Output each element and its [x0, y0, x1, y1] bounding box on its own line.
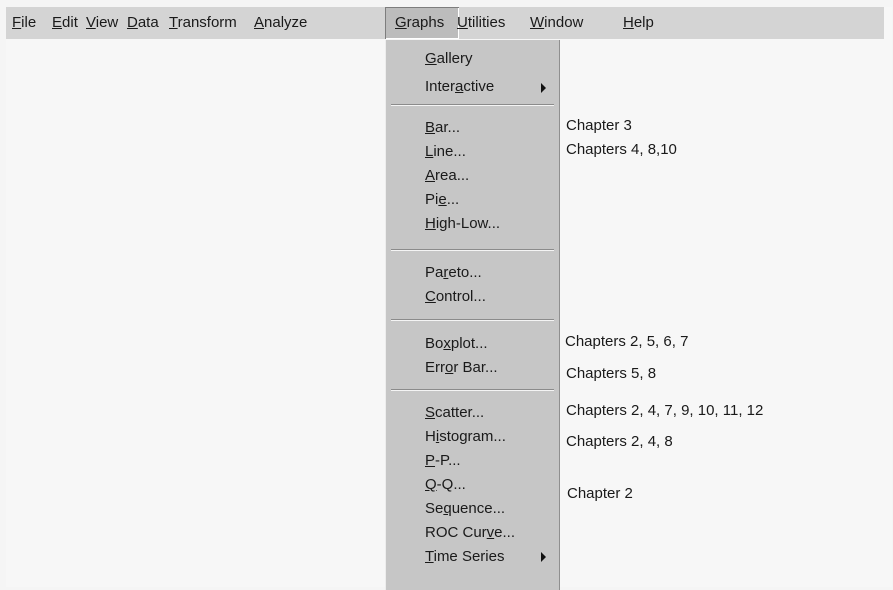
menu-item-sequence[interactable]: Sequence... — [425, 497, 505, 521]
menu-item-control[interactable]: Control... — [425, 285, 486, 309]
menu-utilities[interactable]: Utilities — [451, 7, 515, 39]
menu-item-boxplot[interactable]: Boxplot... — [425, 332, 488, 356]
menu-window[interactable]: Window — [524, 7, 590, 39]
menu-separator — [391, 104, 554, 106]
annotation-boxplot: Chapters 2, 5, 6, 7 — [565, 333, 689, 350]
menu-item-gallery[interactable]: Gallery — [425, 47, 473, 71]
submenu-arrow-icon — [541, 552, 546, 562]
menu-help[interactable]: Help — [617, 7, 663, 39]
menu-item-scatter[interactable]: Scatter... — [425, 401, 484, 425]
annotation-bar: Chapter 3 — [566, 117, 632, 134]
menu-item-time-series[interactable]: Time Series — [425, 545, 504, 569]
menu-item-q-q[interactable]: Q-Q... — [425, 473, 466, 497]
menu-data[interactable]: Data — [121, 7, 167, 39]
graphs-dropdown-menu: Gallery Interactive Bar... Line... Area.… — [385, 40, 560, 590]
submenu-arrow-icon — [541, 83, 546, 93]
menu-bar: File Edit View Data Transform Analyze Gr… — [6, 7, 884, 39]
annotation-error-bar: Chapters 5, 8 — [566, 365, 657, 382]
menu-item-area[interactable]: Area... — [425, 164, 469, 188]
menu-item-interactive[interactable]: Interactive — [425, 75, 494, 99]
menu-view[interactable]: View — [80, 7, 124, 39]
annotation-line: Chapters 4, 8,10 — [566, 141, 677, 158]
menu-separator — [391, 389, 554, 391]
annotation-q-q: Chapter 2 — [567, 485, 633, 502]
menu-item-p-p[interactable]: P-P... — [425, 449, 461, 473]
menu-file[interactable]: File — [6, 7, 42, 39]
menu-item-pareto[interactable]: Pareto... — [425, 261, 482, 285]
menu-item-line[interactable]: Line... — [425, 140, 466, 164]
menu-edit[interactable]: Edit — [46, 7, 82, 39]
menu-separator — [391, 319, 554, 321]
annotation-scatter: Chapters 2, 4, 7, 9, 10, 11, 12 — [566, 402, 764, 419]
menu-item-pie[interactable]: Pie... — [425, 188, 459, 212]
annotation-histogram: Chapters 2, 4, 8 — [566, 433, 673, 450]
menu-item-bar[interactable]: Bar... — [425, 116, 460, 140]
menu-analyze[interactable]: Analyze — [248, 7, 316, 39]
menu-item-high-low[interactable]: High-Low... — [425, 212, 500, 236]
menu-item-roc-curve[interactable]: ROC Curve... — [425, 521, 515, 545]
menu-separator — [391, 249, 554, 251]
menu-item-histogram[interactable]: Histogram... — [425, 425, 506, 449]
menu-graphs[interactable]: Graphs — [385, 7, 459, 39]
menu-item-error-bar[interactable]: Error Bar... — [425, 356, 498, 380]
menu-transform[interactable]: Transform — [163, 7, 249, 39]
